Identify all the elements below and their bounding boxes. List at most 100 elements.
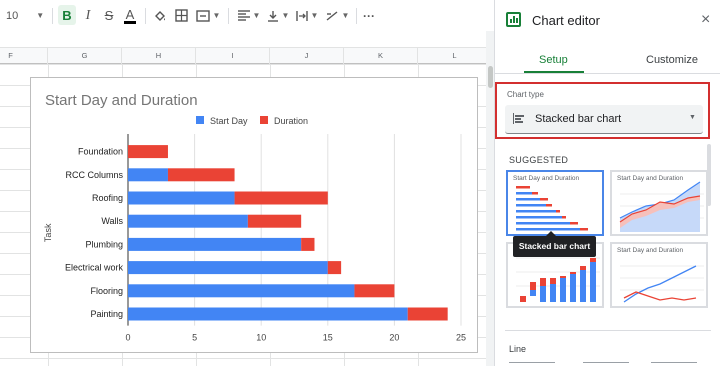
chevron-down-icon: ▼ — [212, 11, 221, 20]
legend-swatch — [196, 116, 204, 124]
italic-label: I — [85, 7, 91, 23]
strike-label: S — [104, 8, 114, 23]
bar-start-day — [128, 284, 355, 298]
chevron-down-icon: ▼ — [281, 11, 290, 20]
chart-svg: Start Day and Duration Start Day Duration 0… — [43, 92, 466, 343]
bar-duration — [354, 284, 395, 298]
italic-button[interactable]: I — [80, 0, 96, 31]
x-tick-label: 5 — [192, 333, 197, 343]
chevron-down-icon: ▼ — [252, 11, 261, 20]
borders-icon[interactable] — [172, 0, 190, 31]
chart-type-value: Stacked bar chart — [535, 113, 622, 125]
column-header-j[interactable]: J — [270, 48, 344, 64]
bar-duration — [407, 307, 448, 321]
toolbar: 10 ▼ B I S A ▼ ▼ ▼ ▼ ▼ ··· — [0, 0, 494, 31]
chevron-down-icon: ▼ — [36, 11, 45, 20]
column-header-i[interactable]: I — [196, 48, 270, 64]
stacked-bar-thumbnail — [516, 186, 588, 231]
column-header-l[interactable]: L — [418, 48, 492, 64]
embedded-chart[interactable]: Start Day and Duration Start Day Duration 0… — [30, 77, 478, 353]
suggestion-line[interactable]: Start Day and Duration — [610, 242, 708, 308]
chart-type-section: Chart type Stacked bar chart ▼ — [495, 82, 710, 139]
x-tick-label: 25 — [456, 333, 466, 343]
tab-customize[interactable]: Customize — [646, 54, 698, 66]
column-header-k[interactable]: K — [344, 48, 418, 64]
more-label: ··· — [363, 8, 375, 23]
close-icon[interactable]: × — [701, 11, 710, 29]
x-tick-label: 10 — [256, 333, 266, 343]
legend-label: Duration — [274, 116, 308, 126]
y-tick-label: Foundation — [78, 147, 123, 157]
x-tick-label: 15 — [323, 333, 333, 343]
y-tick-label: RCC Columns — [65, 170, 123, 180]
bar-duration — [167, 168, 235, 182]
chart-editor-icon — [506, 12, 521, 27]
chart-editor-title: Chart editor — [532, 13, 600, 28]
y-tick-label: Walls — [101, 216, 123, 226]
chevron-down-icon: ▼ — [341, 11, 350, 20]
chart-type-tooltip: Stacked bar chart — [513, 236, 596, 257]
bar-start-day — [128, 168, 168, 182]
suggested-label: SUGGESTED — [509, 155, 569, 165]
bold-button[interactable]: B — [58, 5, 76, 25]
bar-start-day — [128, 191, 235, 205]
bar-start-day — [128, 214, 248, 228]
y-tick-label: Electrical work — [65, 263, 124, 273]
bar-duration — [128, 145, 168, 159]
suggestion-stacked-bar[interactable]: Start Day and Duration — [506, 170, 604, 236]
suggestion-area[interactable]: Start Day and Duration — [610, 170, 708, 236]
text-color-swatch — [124, 20, 136, 24]
bar-duration — [247, 214, 302, 228]
strikethrough-button[interactable]: S — [101, 0, 117, 31]
y-tick-label: Painting — [90, 309, 123, 319]
chart-editor-header: Chart editor × — [495, 0, 720, 42]
area-thumbnail — [619, 181, 704, 232]
tab-setup[interactable]: Setup — [539, 54, 568, 66]
bar-start-day — [128, 237, 302, 251]
y-tick-label: Roofing — [92, 193, 123, 203]
merge-cells-icon[interactable]: ▼ — [194, 0, 222, 31]
x-tick-label: 0 — [125, 333, 130, 343]
bar-duration — [327, 261, 342, 275]
chevron-down-icon: ▼ — [689, 114, 696, 121]
bar-start-day — [128, 307, 408, 321]
sheet-scrollbar-thumb[interactable] — [488, 66, 493, 88]
y-axis-title: Task — [43, 223, 53, 242]
line-option-thumbnail[interactable] — [651, 362, 697, 366]
paint-fill-icon[interactable] — [151, 0, 169, 31]
line-thumbnail — [620, 265, 704, 303]
line-option-thumbnail[interactable] — [509, 362, 555, 366]
legend-swatch — [260, 116, 268, 124]
chart-editor-panel: Chart editor × Setup Customize Chart typ… — [494, 0, 720, 366]
font-size-select[interactable]: 10 ▼ — [6, 0, 44, 31]
column-header-f[interactable]: F — [0, 48, 48, 64]
stacked-bar-chart-icon — [513, 113, 525, 124]
chart-type-select[interactable]: Stacked bar chart ▼ — [505, 105, 703, 134]
column-header: FGHIJKL — [0, 47, 492, 64]
text-wrap-icon[interactable]: ▼ — [294, 0, 320, 31]
column-header-h[interactable]: H — [122, 48, 196, 64]
line-section-label: Line — [509, 344, 527, 354]
chart-title: Start Day and Duration — [45, 92, 198, 109]
tab-divider — [495, 73, 720, 74]
align-horizontal-icon[interactable]: ▼ — [236, 0, 262, 31]
bar-duration — [234, 191, 328, 205]
x-tick-label: 20 — [389, 333, 399, 343]
bar-start-day — [128, 261, 328, 275]
chevron-down-icon: ▼ — [310, 11, 319, 20]
chart-type-label: Chart type — [507, 90, 544, 99]
bar-duration — [301, 237, 315, 251]
line-option-thumbnail[interactable] — [583, 362, 629, 366]
y-tick-label: Plumbing — [85, 239, 123, 249]
column-header-g[interactable]: G — [48, 48, 122, 64]
legend-label: Start Day — [210, 116, 248, 126]
text-rotation-icon[interactable]: ▼ — [323, 0, 351, 31]
section-divider — [505, 330, 711, 331]
more-icon[interactable]: ··· — [360, 0, 378, 31]
align-vertical-icon[interactable]: ▼ — [265, 0, 291, 31]
bold-label: B — [62, 7, 72, 23]
font-size-value: 10 — [6, 9, 19, 22]
text-color-button[interactable]: A — [121, 0, 139, 31]
text-color-label: A — [125, 6, 135, 22]
y-tick-label: Flooring — [90, 286, 123, 296]
